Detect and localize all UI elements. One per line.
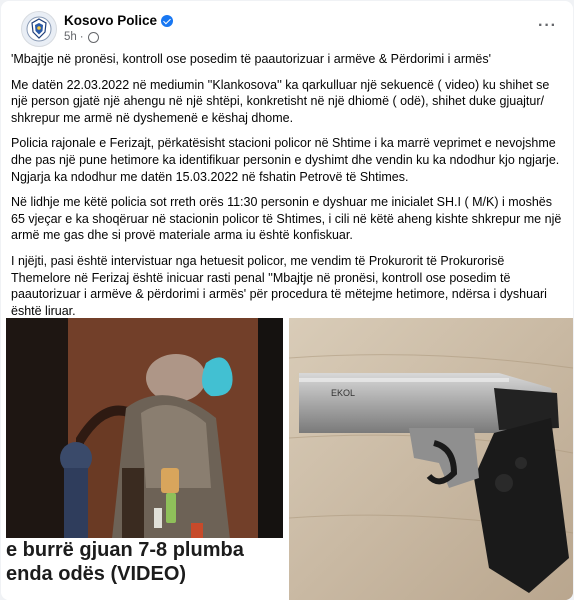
post-paragraph: 'Mbajtje në pronësi, kontroll ose posedi… — [11, 52, 491, 66]
video-screenshot-photo[interactable]: e burrë gjuan 7-8 plumba enda odës (VIDE… — [6, 318, 283, 600]
post-header: Kosovo Police 5h · — [21, 11, 174, 47]
more-options-icon[interactable]: ··· — [538, 17, 557, 35]
post-photos: e burrë gjuan 7-8 plumba enda odës (VIDE… — [6, 318, 573, 600]
post-paragraph: Policia rajonale e Ferizajt, përkatësish… — [11, 136, 560, 184]
caption-line: enda odës (VIDEO) — [6, 563, 187, 585]
meta-separator: · — [79, 31, 84, 43]
video-caption: e burrë gjuan 7-8 plumba enda odës (VIDE… — [6, 538, 283, 600]
post-text: 'Mbajtje në pronësi, kontroll ose posedi… — [11, 51, 563, 328]
post-card: Kosovo Police 5h · ··· 'Mbajtje në pronë… — [1, 1, 573, 600]
video-still-image — [6, 318, 283, 548]
pistol-image: EKOL — [289, 318, 573, 600]
post-paragraph: Me datën 22.03.2022 në mediumin ''Klanko… — [11, 77, 550, 125]
confiscated-pistol-photo[interactable]: EKOL — [289, 318, 573, 600]
author-avatar[interactable] — [21, 11, 57, 47]
author-name[interactable]: Kosovo Police — [64, 13, 157, 28]
post-time[interactable]: 5h — [64, 31, 77, 43]
globe-icon — [87, 31, 99, 43]
police-badge-icon — [26, 16, 52, 42]
verified-badge-icon — [161, 14, 174, 27]
post-paragraph: I njëjti, pasi është intervistuar nga he… — [11, 253, 547, 318]
post-paragraph: Në lidhje me këtë policia sot rreth orës… — [11, 195, 562, 243]
pistol-engraving: EKOL — [331, 388, 355, 398]
caption-line: e burrë gjuan 7-8 plumba — [6, 539, 244, 561]
